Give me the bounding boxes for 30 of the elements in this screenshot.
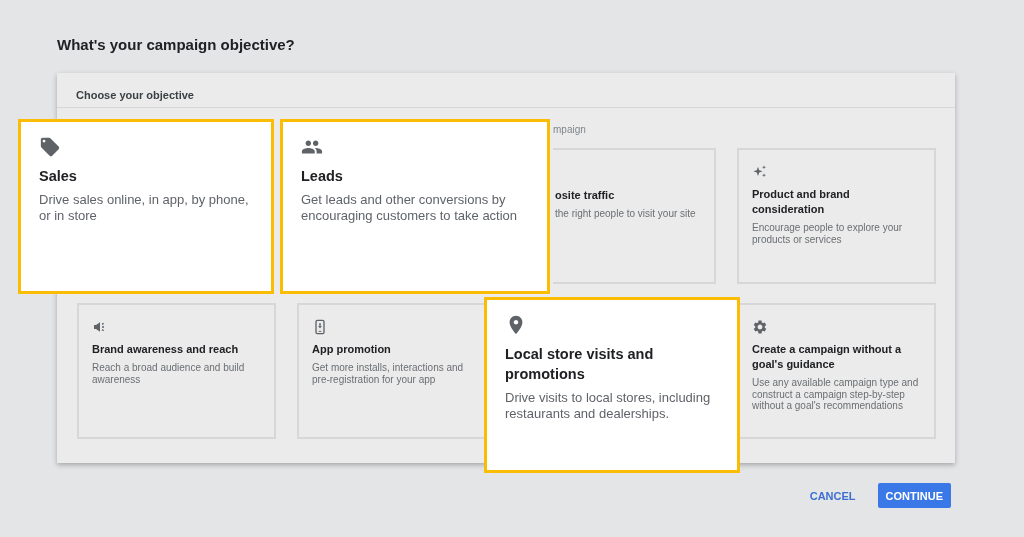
card-description: Use any available campaign type and construct a campaign step-by-step without a goal's recommendations (752, 377, 920, 412)
card-description: Encourage people to explore your products or services (752, 222, 904, 245)
continue-button[interactable]: CONTINUE (877, 483, 951, 508)
cancel-button[interactable]: CANCEL (801, 483, 864, 508)
card-description: Reach a broad audience and build awareness (92, 362, 246, 385)
highlighted-objective-card[interactable]: Local store visits and promotions Drive visits to local stores, including restaurants and dealerships. (484, 297, 740, 473)
card-title: Brand awareness and reach (92, 342, 239, 357)
objective-card[interactable]: Product and brand consideration Encourage people to explore your products or services (737, 148, 936, 284)
card-description: the right people to visit your site (555, 208, 697, 220)
card-title: osite traffic (555, 188, 615, 203)
card-description: Get leads and other conversions by encouraging customers to take action (301, 192, 519, 224)
card-title: Local store visits and promotions (505, 345, 655, 384)
tag-icon (39, 136, 61, 158)
settings-icon (752, 319, 768, 335)
card-description: Drive visits to local stores, including restaurants and dealerships. (505, 390, 712, 422)
card-title: Create a campaign without a goal's guidance (752, 342, 903, 372)
panel-subtitle: mpaign (553, 124, 586, 135)
objective-card[interactable]: osite traffic the right people to visit your site (553, 148, 716, 284)
card-title: Sales (39, 167, 77, 186)
panel-heading: Choose your objective (76, 89, 194, 101)
page-title: What's your campaign objective? (57, 36, 295, 53)
card-title: App promotion (312, 342, 391, 357)
highlighted-objective-card[interactable]: Leads Get leads and other conversions by encouraging customers to take action (280, 119, 550, 294)
card-title: Product and brand consideration (752, 187, 851, 217)
card-description: Get more installs, interactions and pre-registration for your app (312, 362, 465, 385)
card-title: Leads (301, 167, 343, 186)
objective-card[interactable]: Brand awareness and reach Reach a broad audience and build awareness (77, 303, 276, 439)
highlighted-objective-card[interactable]: Sales Drive sales online, in app, by phone, or in store (18, 119, 274, 294)
card-description: Drive sales online, in app, by phone, or in store (39, 192, 250, 224)
phone-download-icon (312, 319, 328, 335)
